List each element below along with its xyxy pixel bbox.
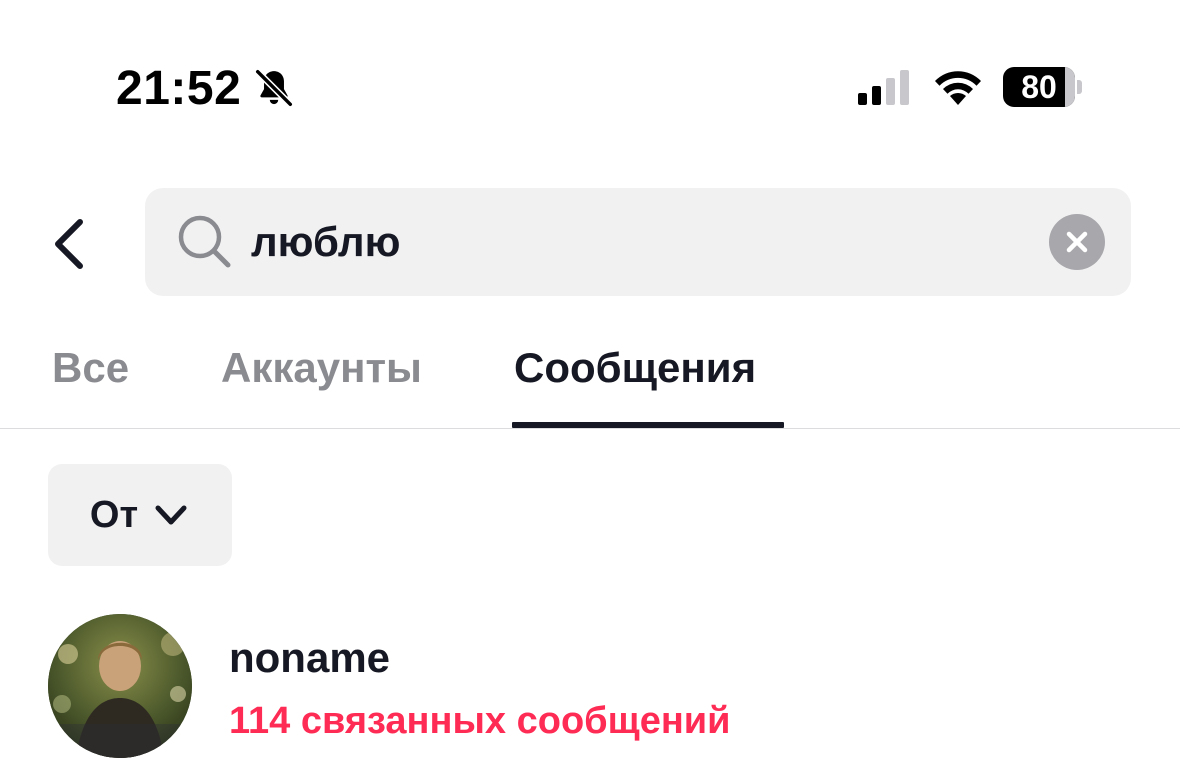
active-tab-indicator	[512, 422, 784, 428]
tab-all[interactable]: Все	[52, 344, 129, 392]
filter-label: От	[89, 493, 139, 536]
back-button[interactable]	[40, 208, 96, 280]
search-input[interactable]	[251, 218, 1049, 266]
clear-search-button[interactable]	[1049, 214, 1105, 270]
search-bar[interactable]	[145, 188, 1131, 296]
battery-level: 80	[1021, 68, 1057, 105]
result-related-count: 114 связанных сообщений	[229, 700, 731, 742]
close-icon	[1066, 231, 1088, 253]
search-icon	[178, 215, 231, 268]
battery-indicator: 80	[1003, 67, 1082, 107]
status-time: 21:52	[116, 61, 242, 115]
tab-messages[interactable]: Сообщения	[514, 344, 756, 392]
status-indicators: 80	[858, 64, 1082, 110]
chevron-down-icon	[155, 505, 187, 525]
search-tabs: Все Аккаунты Сообщения	[0, 330, 1180, 429]
tab-accounts[interactable]: Аккаунты	[221, 344, 422, 392]
result-name: noname	[229, 634, 391, 681]
message-result-row[interactable]: noname 114 связанных сообщений	[0, 608, 1180, 784]
wifi-icon	[935, 71, 981, 105]
cellular-signal-icon	[858, 69, 909, 105]
from-filter-button[interactable]: От	[48, 464, 232, 566]
bell-slash-icon	[254, 68, 294, 108]
avatar[interactable]	[48, 614, 192, 758]
chevron-left-icon	[55, 219, 83, 269]
status-time-group: 21:52	[116, 60, 297, 116]
